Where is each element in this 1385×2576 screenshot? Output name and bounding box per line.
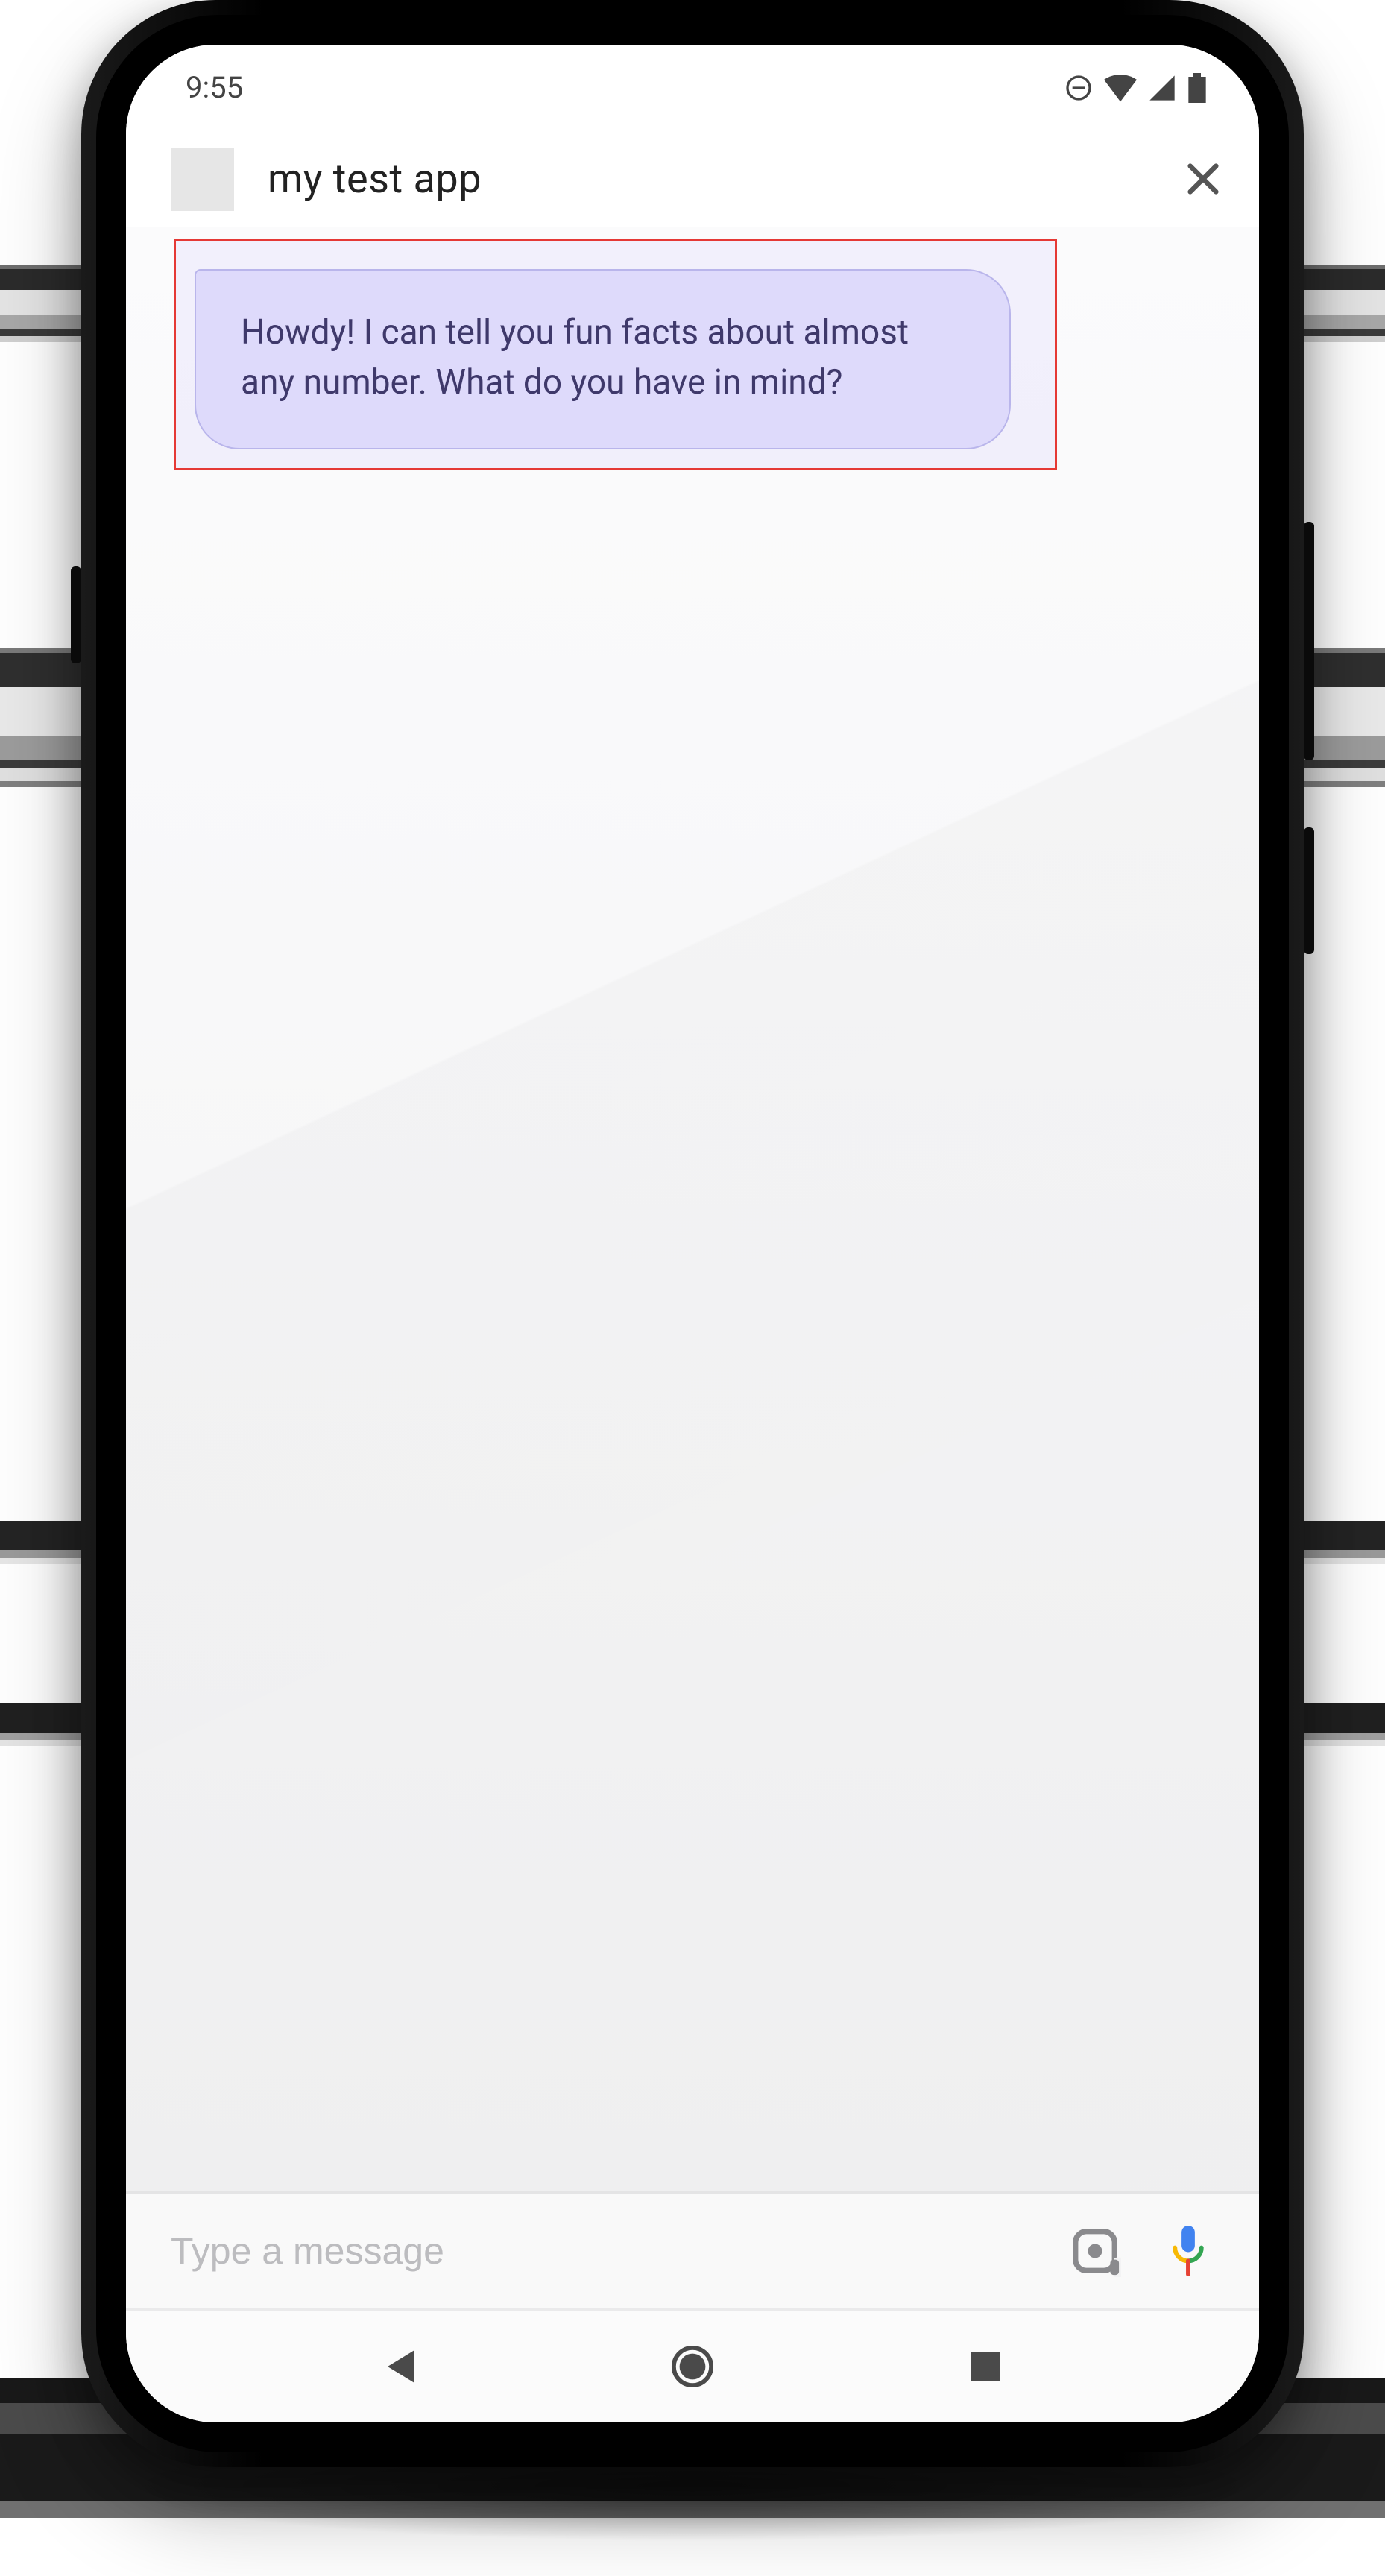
signal-icon (1147, 73, 1177, 103)
nav-recents-button[interactable] (959, 2340, 1012, 2393)
phone-screen: 9:55 my test app (126, 45, 1259, 2422)
app-header: my test app (126, 130, 1259, 227)
battery-icon (1187, 73, 1207, 103)
status-icons (1064, 73, 1207, 103)
phone-side-button (71, 566, 81, 663)
nav-back-button[interactable] (373, 2340, 426, 2393)
bot-message-text: Howdy! I can tell you fun facts about al… (241, 312, 909, 402)
home-icon (671, 2345, 714, 2388)
input-bar (126, 2191, 1259, 2311)
mic-icon (1166, 2223, 1211, 2279)
close-button[interactable] (1181, 157, 1225, 201)
canvas: 9:55 my test app (0, 0, 1385, 2576)
chat-body[interactable]: Howdy! I can tell you fun facts about al… (126, 227, 1259, 2191)
app-title: my test app (268, 156, 1147, 203)
status-bar: 9:55 (126, 45, 1259, 130)
lens-icon (1069, 2225, 1121, 2277)
back-icon (382, 2347, 417, 2386)
app-logo (171, 148, 234, 211)
nav-home-button[interactable] (666, 2340, 719, 2393)
lens-button[interactable] (1065, 2221, 1125, 2281)
system-nav-bar (126, 2311, 1259, 2422)
phone-frame: 9:55 my test app (81, 0, 1304, 2467)
phone-bezel: 9:55 my test app (96, 15, 1289, 2452)
mic-button[interactable] (1158, 2221, 1218, 2281)
status-time: 9:55 (186, 70, 243, 105)
bot-message-bubble: Howdy! I can tell you fun facts about al… (195, 269, 1011, 449)
wifi-icon (1104, 73, 1137, 103)
phone-volume-button (1304, 522, 1314, 760)
close-icon (1184, 160, 1222, 198)
recents-icon (968, 2349, 1003, 2384)
phone-power-button (1304, 827, 1314, 954)
message-input[interactable] (171, 2229, 1032, 2273)
dnd-icon (1064, 73, 1094, 103)
